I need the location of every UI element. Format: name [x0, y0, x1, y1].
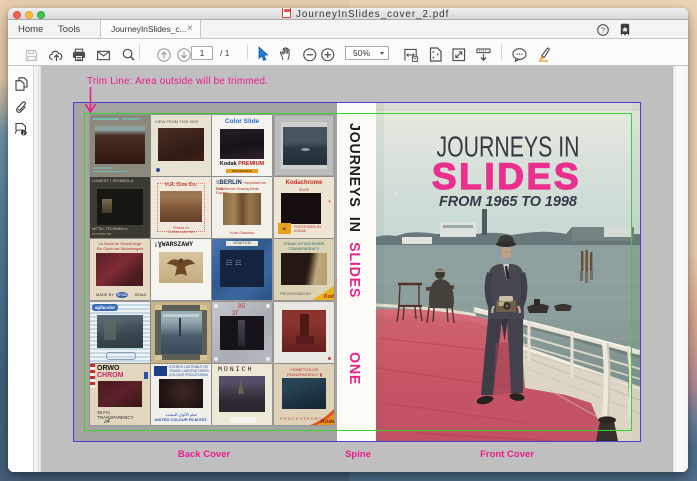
svg-text:?: ?	[601, 26, 605, 35]
